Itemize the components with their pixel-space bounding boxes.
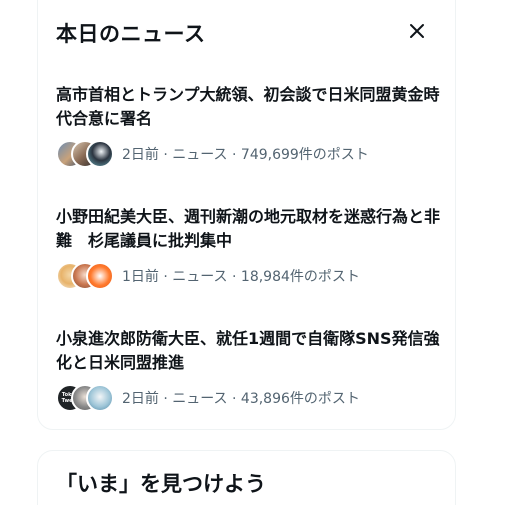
discover-title: 「いま」を見つけよう bbox=[56, 472, 266, 496]
avatar-stack bbox=[56, 262, 114, 290]
news-meta-text: 2日前 · ニュース · 749,699件のポスト bbox=[122, 147, 369, 163]
news-meta-text: 2日前 · ニュース · 43,896件のポスト bbox=[122, 391, 360, 407]
card-title: 本日のニュース bbox=[56, 22, 206, 46]
news-item[interactable]: 高市首相とトランプ大統領、初会談で日米同盟黄金時代合意に署名 2日前 · ニュー… bbox=[56, 83, 446, 168]
news-meta: Tokyo Tweet 2日前 · ニュース · 43,896件のポスト bbox=[56, 384, 446, 412]
avatar-stack: Tokyo Tweet bbox=[56, 384, 114, 412]
news-meta-text: 1日前 · ニュース · 18,984件のポスト bbox=[122, 269, 360, 285]
close-button[interactable] bbox=[401, 15, 433, 47]
close-icon bbox=[410, 24, 424, 38]
card-header: 本日のニュース bbox=[38, 1, 455, 61]
news-title: 小泉進次郎防衛大臣、就任1週間で自衛隊SNS発信強化と日米同盟推進 bbox=[56, 329, 440, 372]
today-news-card: 本日のニュース 高市首相とトランプ大統領、初会談で日米同盟黄金時代合意に署名 2… bbox=[37, 0, 456, 430]
avatar bbox=[86, 384, 114, 412]
news-title: 高市首相とトランプ大統領、初会談で日米同盟黄金時代合意に署名 bbox=[56, 85, 440, 128]
news-title: 小野田紀美大臣、週刊新潮の地元取材を迷惑行為と非難 杉尾議員に批判集中 bbox=[56, 207, 441, 250]
avatar-stack bbox=[56, 140, 114, 168]
news-meta: 1日前 · ニュース · 18,984件のポスト bbox=[56, 262, 446, 290]
news-item[interactable]: 小泉進次郎防衛大臣、就任1週間で自衛隊SNS発信強化と日米同盟推進 Tokyo … bbox=[56, 327, 446, 412]
news-meta: 2日前 · ニュース · 749,699件のポスト bbox=[56, 140, 446, 168]
news-item[interactable]: 小野田紀美大臣、週刊新潮の地元取材を迷惑行為と非難 杉尾議員に批判集中 1日前 … bbox=[56, 205, 446, 290]
discover-card: 「いま」を見つけよう bbox=[37, 450, 456, 505]
avatar bbox=[86, 140, 114, 168]
avatar bbox=[86, 262, 114, 290]
